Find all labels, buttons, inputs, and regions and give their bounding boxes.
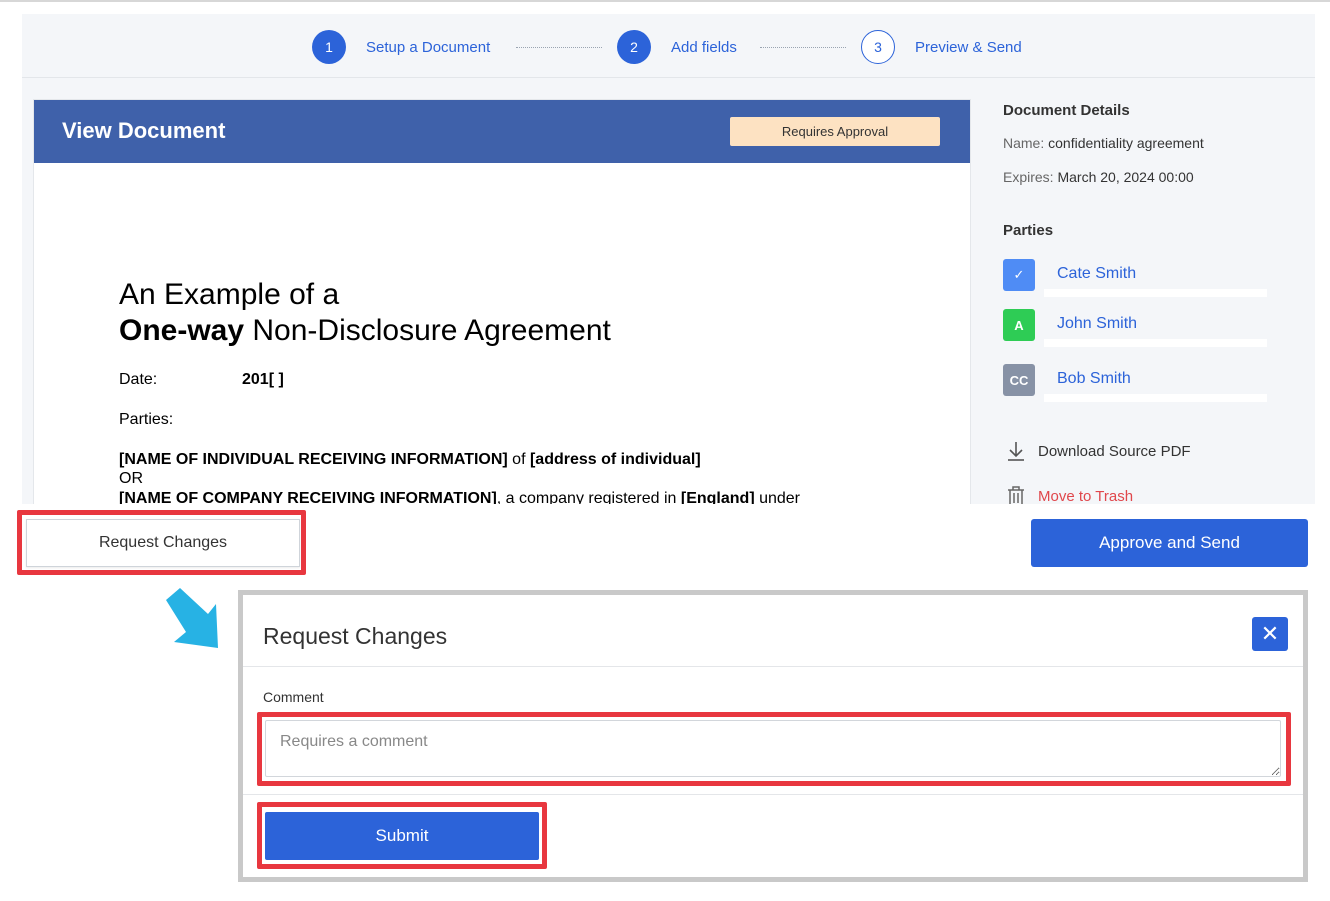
step-label: Add fields [671,38,737,56]
redacted-email [1044,289,1267,297]
document-title-line1: An Example of a [119,278,340,311]
document-title-line2: One-way Non-Disclosure Agreement [119,313,899,349]
doc-bold: [NAME OF INDIVIDUAL RECEIVING INFORMATIO… [119,451,508,468]
step-number: 2 [617,30,651,64]
doc-expires: Expires: March 20, 2024 00:00 [1003,169,1194,185]
app-frame: 1 Setup a Document 2 Add fields 3 Previe… [22,14,1315,504]
doc-bold: [NAME OF COMPANY RECEIVING INFORMATION] [119,490,497,504]
name-key: Name: [1003,135,1045,151]
status-badge: Requires Approval [730,117,940,146]
cc-avatar: CC [1003,364,1035,396]
step-connector [516,47,602,48]
signed-check-icon: ✓ [1003,259,1035,291]
step-label: Preview & Send [915,38,1022,56]
step-number: 3 [861,30,895,64]
party-company-line: [NAME OF COMPANY RECEIVING INFORMATION],… [119,490,800,504]
step-preview-send[interactable]: 3 Preview & Send [861,30,1022,64]
viewer-header: View Document Requires Approval [34,100,970,163]
download-icon [1003,440,1029,462]
step-label: Setup a Document [366,38,491,56]
viewer-title: View Document [62,118,226,143]
expires-value: March 20, 2024 00:00 [1057,169,1194,185]
comment-label: Comment [263,689,324,705]
date-value: 201[ ] [242,371,284,388]
party-individual-line: [NAME OF INDIVIDUAL RECEIVING INFORMATIO… [119,451,701,469]
name-value: confidentiality agreement [1048,135,1204,151]
party-cate-smith[interactable]: ✓ Cate Smith [1003,259,1283,297]
party-bob-smith[interactable]: CC Bob Smith [1003,364,1283,402]
title-rest: Non-Disclosure Agreement [244,314,611,347]
step-number: 1 [312,30,346,64]
modal-divider [243,794,1303,795]
parties-heading: Parties [1003,222,1054,239]
stepper: 1 Setup a Document 2 Add fields 3 Previe… [22,14,1315,78]
doc-text: , a company registered in [496,490,681,504]
details-heading: Document Details [1003,102,1130,119]
approve-and-send-button[interactable]: Approve and Send [1031,519,1308,567]
request-changes-modal: Request Changes ✕ Comment Submit [238,590,1308,882]
doc-name: Name: confidentiality agreement [1003,135,1204,151]
move-to-trash-link[interactable]: Move to Trash [1003,485,1133,504]
trash-label: Move to Trash [1038,487,1134,505]
date-label: Date: [119,371,158,388]
doc-text: under [754,490,801,504]
or-text: OR [119,470,143,487]
modal-title: Request Changes [263,623,448,649]
trash-icon [1003,485,1029,504]
document-page: An Example of a One-way Non-Disclosure A… [119,277,899,504]
close-icon[interactable]: ✕ [1252,617,1288,651]
document-details-panel: Document Details Name: confidentiality a… [1003,102,1303,504]
step-add-fields[interactable]: 2 Add fields [617,30,737,64]
modal-body: Request Changes ✕ Comment Submit [243,595,1303,877]
pointer-arrow-icon [166,588,218,648]
comment-input[interactable] [265,720,1281,777]
download-label: Download Source PDF [1038,442,1191,460]
parties-label: Parties: [119,411,174,428]
document-viewer: View Document Requires Approval An Examp… [34,100,970,504]
top-divider [0,0,1330,2]
modal-divider [243,666,1303,667]
party-name[interactable]: John Smith [1057,315,1137,333]
step-setup-document[interactable]: 1 Setup a Document [312,30,490,64]
doc-text: of [507,451,530,468]
download-source-pdf-link[interactable]: Download Source PDF [1003,440,1191,462]
party-name[interactable]: Bob Smith [1057,370,1131,388]
party-name[interactable]: Cate Smith [1057,265,1136,283]
doc-bold: [address of individual] [529,451,701,468]
redacted-email [1044,394,1267,402]
highlight-request-changes [17,510,306,575]
step-connector [760,47,846,48]
party-john-smith[interactable]: A John Smith [1003,309,1283,347]
title-bold: One-way [119,314,245,347]
expires-key: Expires: [1003,169,1054,185]
doc-bold: [England] [680,490,755,504]
approver-avatar: A [1003,309,1035,341]
highlight-submit [257,802,547,869]
redacted-email [1044,339,1267,347]
